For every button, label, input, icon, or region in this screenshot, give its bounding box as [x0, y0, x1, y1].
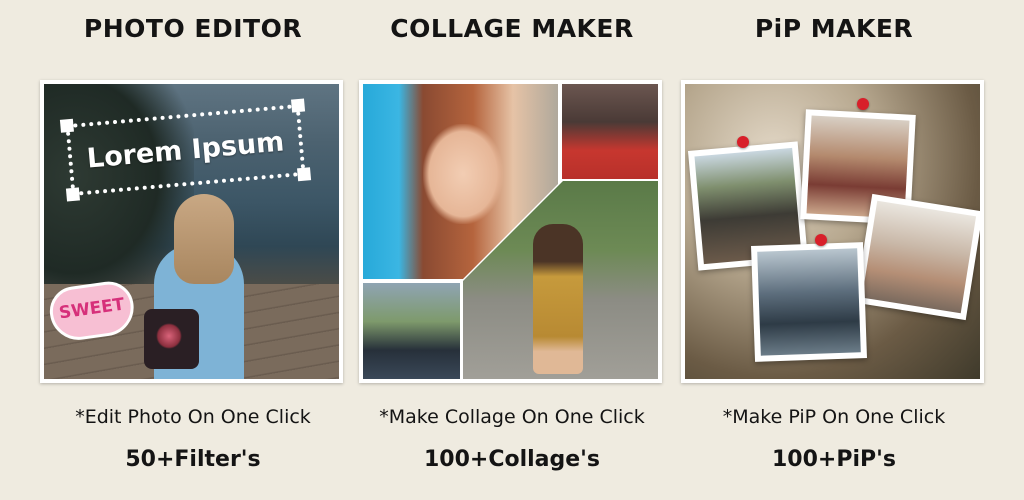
resize-handle: [59, 118, 74, 133]
collage-maker-feature: *Make Collage On One Click: [379, 406, 645, 428]
pushpin-icon: [815, 234, 827, 246]
collage-maker-panel: COLLAGE MAKER *Make Collage On One Click…: [352, 0, 672, 500]
collage-cell-top-right: [562, 84, 658, 179]
pip-preview: [681, 80, 984, 383]
pushpin-icon: [737, 136, 749, 148]
sweet-sticker: SWEET: [46, 278, 138, 344]
photo-editor-preview: Lorem Ipsum SWEET: [40, 80, 343, 383]
resize-handle: [297, 167, 312, 182]
collage-maker-count: 100+Collage's: [423, 447, 601, 472]
photo-editor-title: PHOTO EDITOR: [83, 14, 303, 43]
photo-editor-feature: *Edit Photo On One Click: [75, 406, 311, 428]
photo-editor-panel: PHOTO EDITOR Lorem Ipsum SWEET *Edit Pho…: [33, 0, 353, 500]
photo-editor-count: 50+Filter's: [125, 447, 261, 472]
pip-maker-feature: *Make PiP On One Click: [722, 406, 946, 428]
overlay-text: Lorem Ipsum: [85, 125, 286, 175]
pip-maker-title: PiP MAKER: [754, 14, 914, 43]
backpack: [144, 309, 199, 369]
resize-handle: [65, 187, 80, 202]
pip-maker-panel: PiP MAKER *Make PiP On One Click 100+PiP…: [674, 0, 994, 500]
polaroid-photo: [751, 242, 867, 362]
collage-maker-title: COLLAGE MAKER: [390, 14, 634, 43]
pushpin-icon: [857, 98, 869, 110]
pip-maker-count: 100+PiP's: [772, 447, 896, 472]
collage-preview: [359, 80, 662, 383]
resize-handle: [291, 98, 306, 113]
polaroid-photo: [855, 193, 980, 321]
collage-cell-bottom-left: [363, 283, 460, 379]
